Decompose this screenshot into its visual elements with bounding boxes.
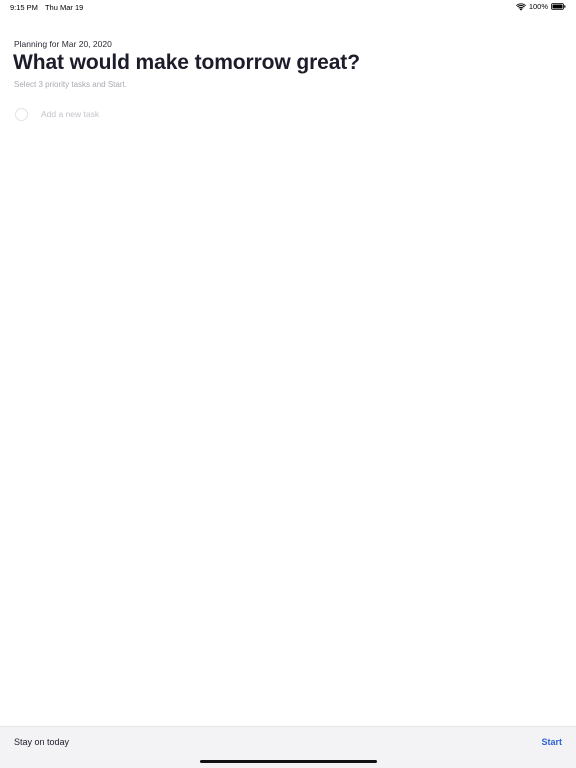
status-right: 100% <box>515 2 566 11</box>
page-title: What would make tomorrow great? <box>13 51 360 74</box>
wifi-icon <box>515 2 526 11</box>
battery-percent: 100% <box>528 2 548 11</box>
status-date: Thu Mar 19 <box>44 3 84 12</box>
battery-icon <box>551 3 566 10</box>
status-bar: 9:15 PM Thu Mar 19 100% <box>0 0 576 14</box>
planning-date-label: Planning for Mar 20, 2020 <box>14 39 112 49</box>
start-button[interactable]: Start <box>541 737 562 747</box>
bottom-toolbar: Stay on today Start <box>0 726 576 768</box>
planning-screen: 9:15 PM Thu Mar 19 100% Planning for Mar… <box>0 0 576 768</box>
new-task-input[interactable] <box>41 109 441 119</box>
task-checkbox-circle[interactable] <box>15 107 28 121</box>
status-time: 9:15 PM <box>10 3 38 12</box>
stay-on-today-button[interactable]: Stay on today <box>14 737 69 747</box>
status-left: 9:15 PM Thu Mar 19 <box>10 3 83 12</box>
instruction-text: Select 3 priority tasks and Start. <box>14 80 127 89</box>
new-task-row[interactable] <box>15 106 561 122</box>
home-indicator[interactable] <box>200 760 377 763</box>
